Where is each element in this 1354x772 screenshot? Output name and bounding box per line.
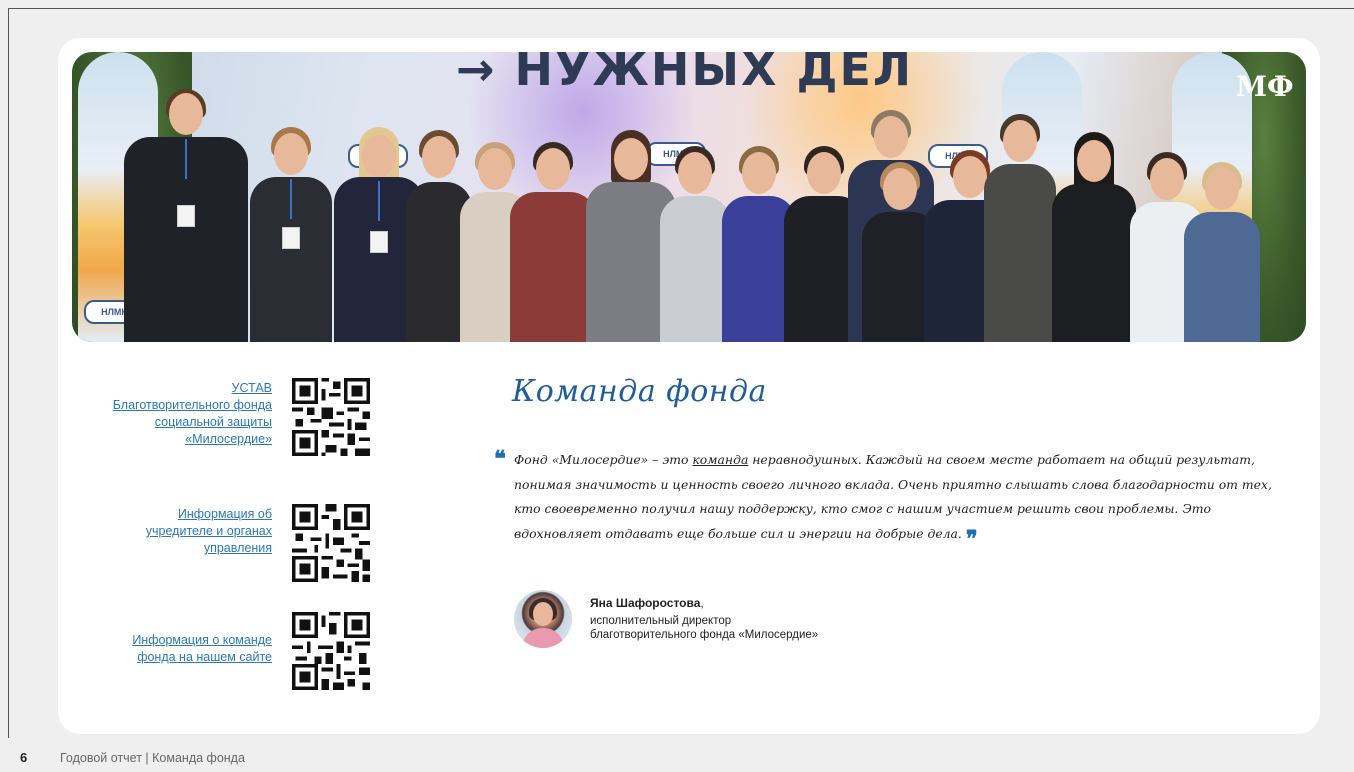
quote-text-part: Фонд «Милосердие» – это (514, 452, 693, 467)
team-member (1184, 162, 1260, 342)
team-member (510, 142, 596, 342)
banner-title: → НУЖНЫХ ДЕЛ (456, 52, 914, 96)
founder-info-link[interactable]: Информация об учредителе и органах управ… (112, 506, 272, 557)
author-role-line: исполнительный директор (590, 615, 732, 627)
author-role-line: благотворительного фонда «Милосердие» (590, 629, 819, 641)
quote-team-link[interactable]: команда (692, 452, 748, 467)
qr-code-icon[interactable] (292, 378, 370, 456)
author-name-text: Яна Шафоростова (590, 596, 701, 610)
frame-top-line (8, 8, 1354, 9)
quote-close-icon: ❞ (965, 525, 978, 552)
section-heading: Команда фонда (512, 374, 767, 409)
frame-left-line (8, 8, 9, 738)
footer-title: Годовой отчет | Команда фонда (60, 751, 245, 765)
team-member (124, 87, 248, 342)
author-avatar (514, 590, 572, 648)
qr-code-icon[interactable] (292, 612, 370, 690)
quote-text: Фонд «Милосердие» – это команда неравнод… (514, 448, 1284, 551)
page-number: 6 (20, 750, 28, 765)
team-member (250, 127, 332, 342)
team-member (1052, 132, 1136, 342)
team-photo: → НУЖНЫХ ДЕЛ НЛМК НЛМК НЛМК НЛМК МФ (72, 52, 1306, 342)
qr-code-icon[interactable] (292, 504, 370, 582)
team-info-link[interactable]: Информация о команде фонда на нашем сайт… (112, 632, 272, 666)
team-member (660, 146, 730, 342)
quote-open-icon: ❝ (494, 446, 506, 472)
charter-link[interactable]: УСТАВ Благотворительного фонда социально… (112, 380, 272, 448)
content-card: → НУЖНЫХ ДЕЛ НЛМК НЛМК НЛМК НЛМК МФ (58, 38, 1320, 734)
author-name: Яна Шафоростова, (590, 596, 704, 610)
team-member (984, 114, 1056, 342)
foundation-logo: МФ (1236, 70, 1294, 103)
author-role: исполнительный директор благотворительно… (590, 614, 890, 642)
